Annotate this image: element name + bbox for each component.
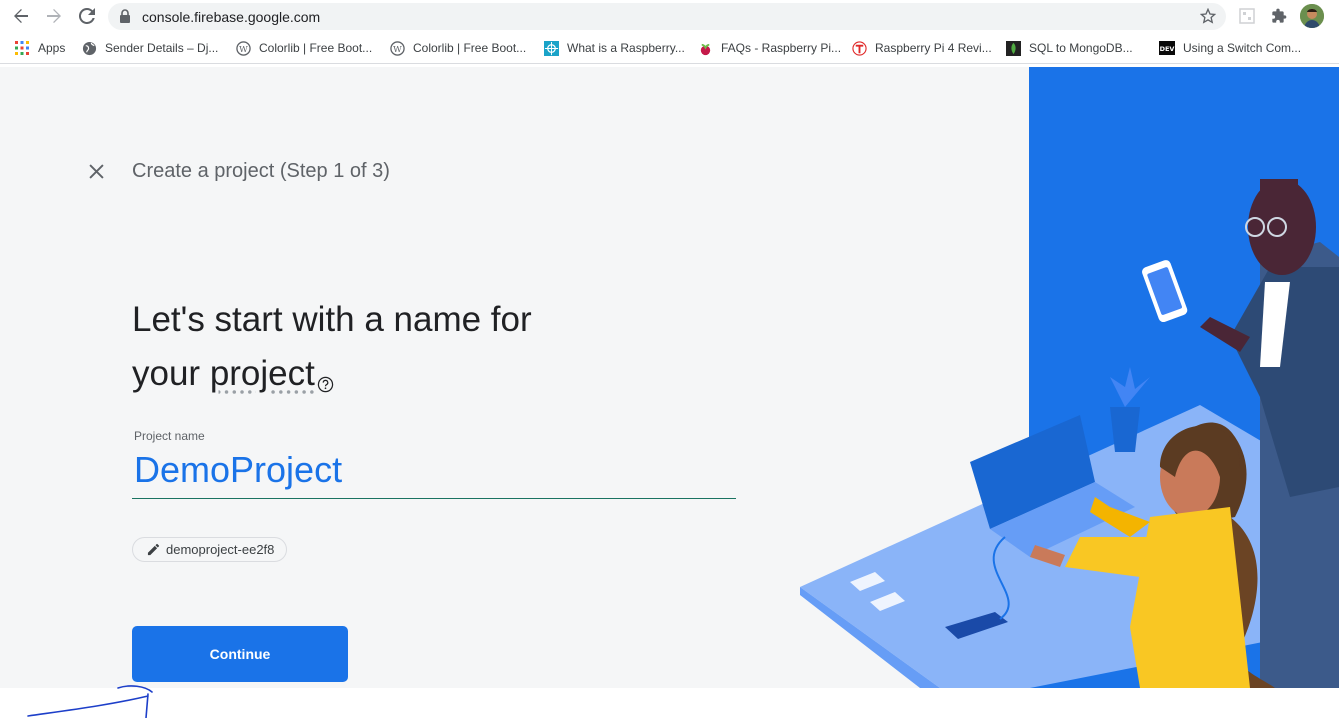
close-wizard-button[interactable]: [84, 159, 108, 183]
page-heading: Let's start with a name for your project: [132, 293, 692, 409]
lock-icon: [120, 9, 130, 23]
wordpress-icon: W: [235, 40, 251, 56]
arrow-right-icon: [47, 9, 61, 23]
url-text: console.firebase.google.com: [142, 9, 321, 25]
avatar-icon: [1300, 4, 1324, 28]
profile-avatar[interactable]: [1300, 4, 1324, 28]
reload-button[interactable]: [76, 5, 98, 27]
step-title: Create a project (Step 1 of 3): [132, 160, 390, 182]
project-id-chip[interactable]: demoproject-ee2f8: [132, 537, 288, 562]
bookmark-label: Using a Switch Com...: [1183, 41, 1302, 55]
bookmark-label: SQL to MongoDB...: [1029, 41, 1133, 55]
help-icon[interactable]: [317, 355, 334, 409]
tom-hardware-icon: [851, 40, 867, 56]
heading-prefix: your: [132, 354, 210, 393]
bookmarks-bar: Apps Sender Details – Dj... W Colorlib |…: [0, 33, 1339, 64]
heading-line-2: your project: [132, 347, 692, 409]
bookmark-label: Sender Details – Dj...: [105, 41, 219, 55]
bookmark-label: What is a Raspberry...: [567, 41, 685, 55]
puzzle-icon: [1272, 8, 1287, 23]
bookmark-switch-com[interactable]: DEV Using a Switch Com...: [1159, 39, 1301, 57]
bookmark-label: Raspberry Pi 4 Revi...: [875, 41, 992, 55]
arrow-left-icon: [14, 9, 28, 23]
svg-text:W: W: [239, 43, 248, 53]
project-id-text: demoproject-ee2f8: [166, 542, 275, 557]
heading-line-1: Let's start with a name for: [132, 300, 532, 339]
svg-text:W: W: [393, 43, 402, 53]
raspberry-site-icon: [543, 40, 559, 56]
bookmark-colorlib-2[interactable]: W Colorlib | Free Boot...: [389, 39, 526, 57]
bookmark-label: Colorlib | Free Boot...: [259, 41, 373, 55]
pencil-icon: [147, 543, 160, 556]
bookmark-label: Apps: [38, 41, 66, 55]
extensions-button[interactable]: [1269, 6, 1289, 26]
project-term[interactable]: project: [210, 354, 315, 393]
close-icon: [88, 163, 104, 179]
star-icon[interactable]: [1200, 8, 1216, 24]
bookmark-raspberry-pi-4[interactable]: Raspberry Pi 4 Revi...: [851, 39, 992, 57]
mongodb-icon: [1005, 40, 1021, 56]
globe-icon: [81, 40, 97, 56]
bookmark-label: Colorlib | Free Boot...: [413, 41, 527, 55]
bookmark-colorlib-1[interactable]: W Colorlib | Free Boot...: [235, 39, 372, 57]
apps-grid-icon: [14, 40, 30, 56]
dev-icon: DEV: [1159, 40, 1175, 56]
qr-extension-icon: [1239, 8, 1255, 24]
bookmark-apps[interactable]: Apps: [14, 39, 65, 57]
back-button[interactable]: [10, 5, 32, 27]
extension-icon[interactable]: [1237, 6, 1257, 26]
illustration-image: [800, 67, 1339, 688]
browser-toolbar: console.firebase.google.com: [0, 0, 1339, 33]
svg-text:DEV: DEV: [1160, 45, 1175, 53]
continue-button[interactable]: Continue: [132, 626, 348, 682]
annotation-arrow: [27, 685, 153, 718]
create-project-page: Create a project (Step 1 of 3) Let's sta…: [0, 67, 1339, 688]
project-name-label: Project name: [134, 429, 205, 443]
bookmark-label: FAQs - Raspberry Pi...: [721, 41, 842, 55]
address-bar[interactable]: console.firebase.google.com: [108, 3, 1226, 30]
bookmark-sql-mongodb[interactable]: SQL to MongoDB...: [1005, 39, 1133, 57]
project-name-input[interactable]: [132, 445, 736, 495]
raspberry-pi-icon: [697, 40, 713, 56]
forward-button[interactable]: [43, 5, 65, 27]
wordpress-icon: W: [389, 40, 405, 56]
project-name-field: [132, 445, 736, 499]
bookmark-what-is-raspberry[interactable]: What is a Raspberry...: [543, 39, 685, 57]
bookmark-faqs-raspberry[interactable]: FAQs - Raspberry Pi...: [697, 39, 841, 57]
reload-icon: [79, 8, 95, 24]
bookmark-sender-details[interactable]: Sender Details – Dj...: [81, 39, 218, 57]
